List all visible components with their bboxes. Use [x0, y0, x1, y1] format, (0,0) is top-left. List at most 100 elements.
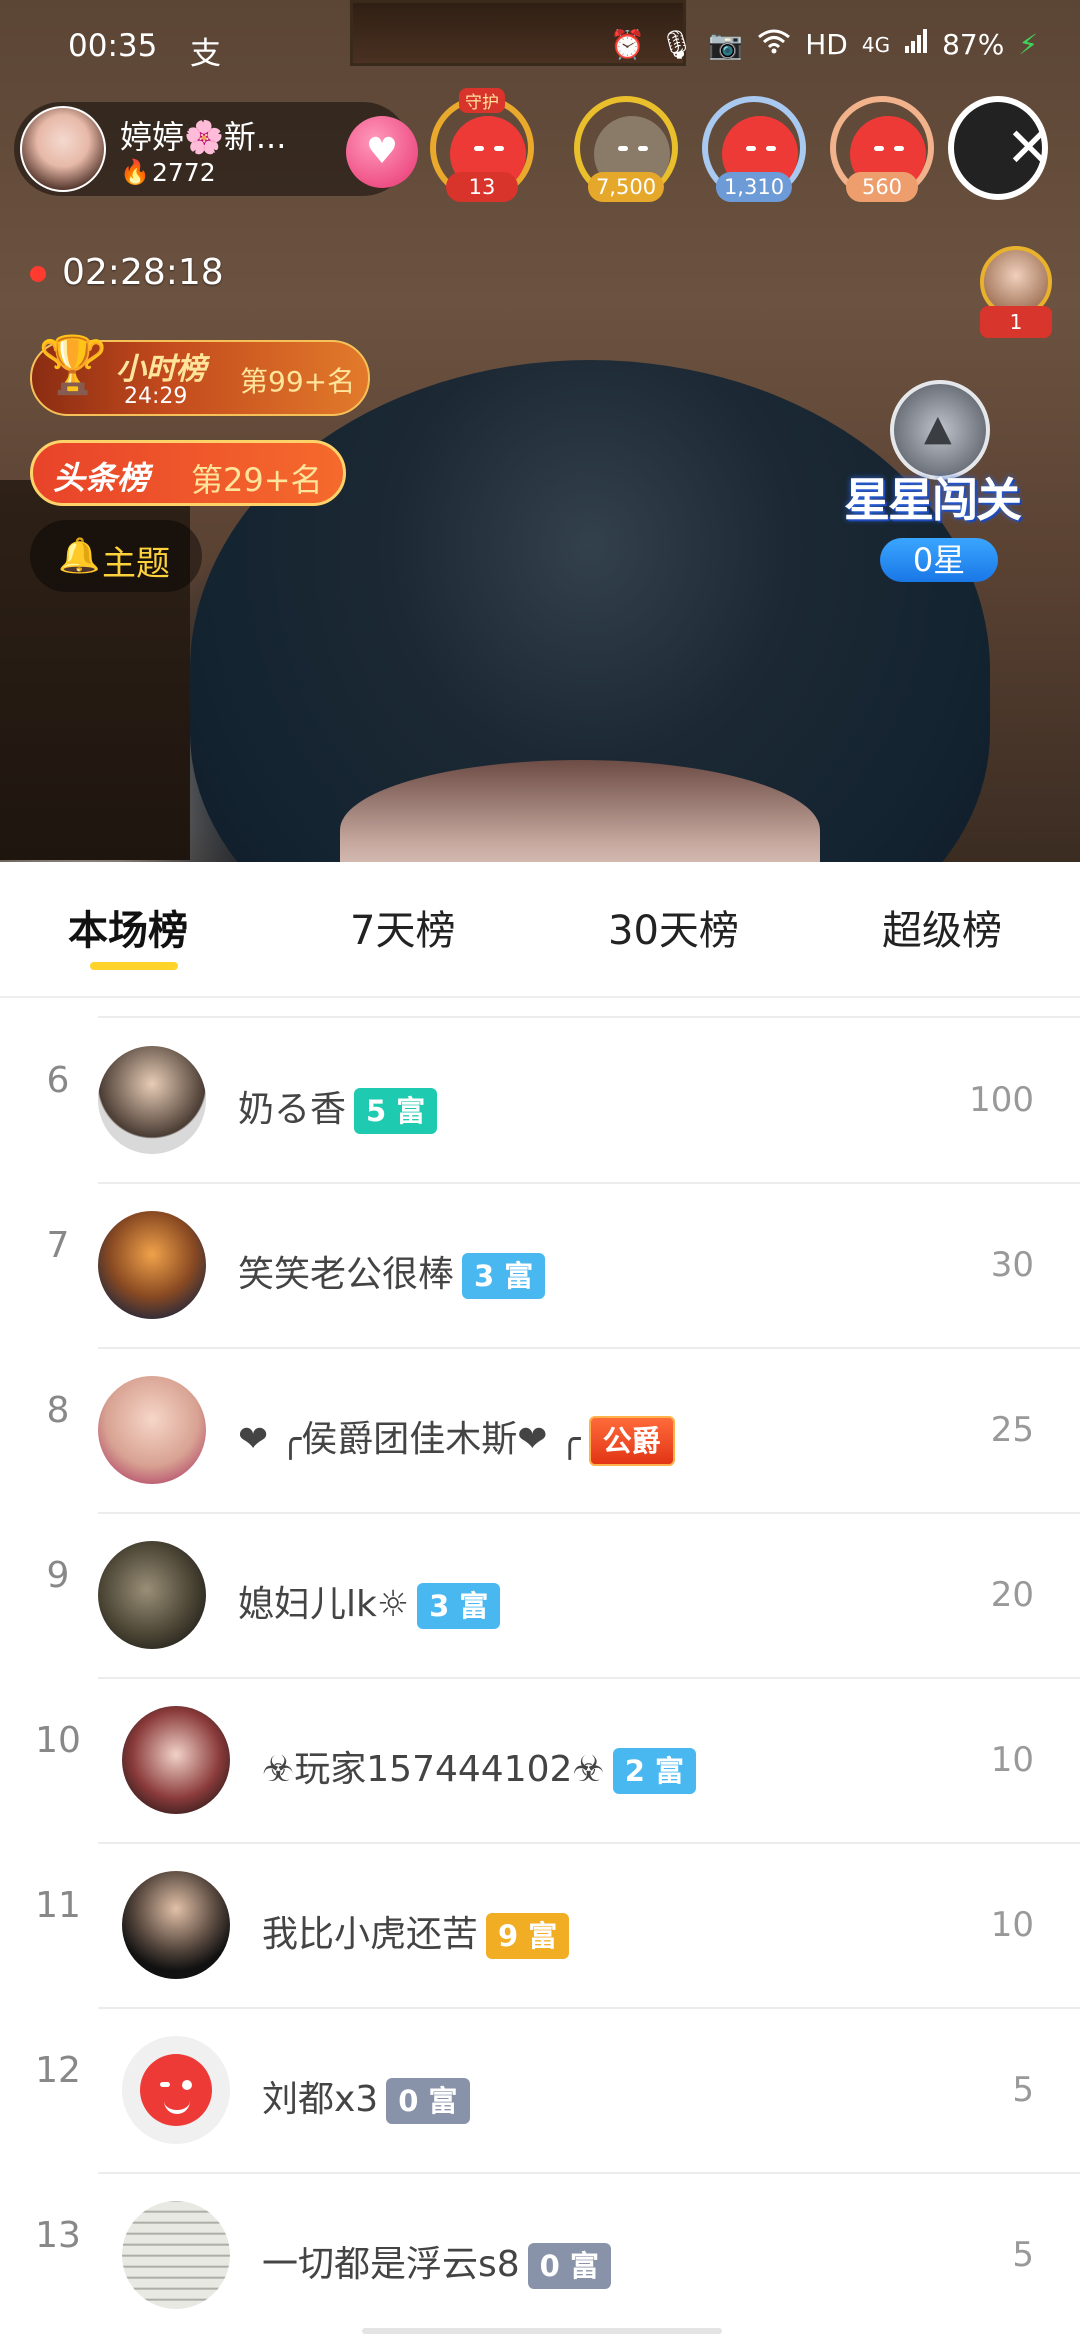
home-indicator[interactable]: [362, 2328, 722, 2334]
ranking-row[interactable]: 13 一切都是浮云s8 0 富 5: [0, 2157, 1080, 2322]
wealth-badge: 0 富: [386, 2078, 470, 2124]
user-name-line: 刘都x3 0 富: [262, 2070, 470, 2124]
follow-heart-button[interactable]: ♥: [346, 116, 418, 188]
row-score: 25: [990, 1410, 1034, 1450]
fan-avatar[interactable]: 1,310: [702, 96, 806, 202]
trophy-icon: 🏆: [38, 333, 108, 398]
user-name-line: 一切都是浮云s8 0 富: [262, 2235, 611, 2289]
row-rank: 10: [35, 1720, 81, 1761]
user-name: ☣玩家157444102☣: [262, 1749, 605, 1790]
mic-icon: 🎙: [658, 28, 695, 61]
tab-super[interactable]: 超级榜: [882, 898, 1002, 956]
row-rank: 8: [46, 1390, 70, 1431]
row-rank: 13: [35, 2215, 81, 2256]
row-rank: 6: [46, 1060, 70, 1101]
charging-icon: ⚡: [1018, 28, 1038, 61]
row-score: 10: [990, 1740, 1034, 1780]
fan-value: 560: [846, 172, 918, 202]
wealth-badge: 3 富: [462, 1253, 546, 1299]
user-name: 奶る香: [238, 1089, 347, 1130]
hd-indicator: HD: [805, 28, 848, 61]
smile-mark: [164, 2098, 190, 2114]
ranking-row[interactable]: 10 ☣玩家157444102☣ 2 富 10: [0, 1662, 1080, 1844]
user-name-line: ☣玩家157444102☣ 2 富: [262, 1740, 696, 1794]
wealth-badge: 9 富: [486, 1913, 570, 1959]
tab-this-show[interactable]: 本场榜: [68, 898, 188, 956]
user-name: 刘都x3: [262, 2079, 379, 2120]
user-name: 我比小虎还苦: [262, 1914, 479, 1955]
hour-rank-badge[interactable]: 🏆 小时榜 24:29 第99+名: [30, 333, 370, 416]
user-avatar[interactable]: [122, 2201, 230, 2309]
user-avatar[interactable]: [98, 1541, 206, 1649]
row-score: 10: [990, 1905, 1034, 1945]
user-name-line: 奶る香 5 富: [238, 1080, 438, 1134]
default-avatar-icon: [140, 2054, 212, 2126]
row-score: 20: [990, 1575, 1034, 1615]
network-type: 4G: [861, 32, 891, 57]
user-name: ❤ ╭侯爵团佳木斯❤ ╭: [238, 1419, 581, 1460]
status-icons: ⏰ 🎙 📷 HD 4G 87% ⚡: [610, 28, 1038, 61]
top-viewer-badge[interactable]: 1: [972, 240, 1060, 340]
user-name: 一切都是浮云s8: [262, 2244, 520, 2285]
up-arrow-icon: ▲: [924, 408, 952, 449]
fire-icon: 🔥: [120, 158, 150, 186]
ranking-row[interactable]: 12 刘都x3 0 富 5: [0, 1992, 1080, 2174]
eye-mark: [160, 2082, 170, 2087]
row-rank: 9: [46, 1555, 70, 1596]
row-score: 100: [969, 1080, 1034, 1120]
user-avatar[interactable]: [122, 1706, 230, 1814]
bell-icon: 🔔: [58, 536, 101, 576]
fan-value: 1,310: [715, 172, 793, 202]
alipay-icon: 支: [190, 36, 221, 72]
hour-rank-position: 第99+名: [240, 365, 356, 398]
close-icon[interactable]: ✕: [1006, 116, 1051, 180]
user-avatar[interactable]: [122, 1871, 230, 1979]
fan-avatar[interactable]: 守护 13: [430, 88, 534, 202]
user-name: 笑笑老公很棒: [238, 1254, 455, 1295]
star-count[interactable]: 0星: [880, 538, 998, 582]
ranking-row[interactable]: 8 ❤ ╭侯爵团佳木斯❤ ╭ 公爵 25: [0, 1332, 1080, 1514]
ranking-row[interactable]: 11 我比小虎还苦 9 富 10: [0, 1827, 1080, 2009]
headline-rank-title: 头条榜: [53, 459, 150, 497]
star-challenge-title[interactable]: 星星闯关: [844, 464, 1022, 530]
user-avatar[interactable]: [98, 1376, 206, 1484]
wealth-badge: 5 富: [354, 1088, 438, 1134]
user-avatar[interactable]: [122, 2036, 230, 2144]
camera-icon: 📷: [708, 28, 744, 61]
fan-value: 13: [446, 172, 518, 202]
host-name: 婷婷🌸新...: [120, 118, 287, 156]
user-name-line: 我比小虎还苦 9 富: [262, 1905, 570, 1959]
ranking-row[interactable]: 9 媳妇儿lk☼ 3 富 20: [0, 1497, 1080, 1679]
row-score: 30: [990, 1245, 1034, 1285]
host-avatar[interactable]: [20, 106, 106, 192]
guard-label: 守护: [459, 88, 505, 113]
row-rank: 12: [35, 2050, 81, 2091]
ranking-row[interactable]: 6 奶る香 5 富 100: [0, 1002, 1080, 1184]
top-viewer-rank: 1: [980, 306, 1052, 338]
row-score: 5: [1012, 2070, 1034, 2110]
ranking-panel: 本场榜 7天榜 30天榜 超级榜 6 奶る香 5 富 100 7 笑笑老公很棒 3 …: [0, 862, 1080, 2340]
wifi-icon: [757, 28, 791, 61]
wealth-badge: 0 富: [527, 2243, 611, 2289]
hour-rank-timer: 24:29: [124, 384, 188, 409]
fan-avatar[interactable]: 560: [830, 96, 934, 202]
ranking-row[interactable]: 7 笑笑老公很棒 3 富 30: [0, 1167, 1080, 1349]
signal-icon: [904, 28, 928, 61]
headline-rank-badge[interactable]: 头条榜 第29+名: [30, 440, 346, 506]
tab-30-days[interactable]: 30天榜: [608, 898, 739, 956]
host-heat: 2772: [152, 158, 216, 187]
fan-avatar[interactable]: 7,500: [574, 96, 678, 202]
recording-dot: [30, 266, 46, 282]
topic-label: 主题: [102, 544, 170, 584]
user-avatar[interactable]: [98, 1211, 206, 1319]
user-avatar[interactable]: [98, 1046, 206, 1154]
user-name-line: 笑笑老公很棒 3 富: [238, 1245, 546, 1299]
wealth-badge: 2 富: [612, 1748, 696, 1794]
tab-7-days[interactable]: 7天榜: [350, 898, 455, 956]
live-video[interactable]: 00:35 支 ⏰ 🎙 📷 HD 4G 87% ⚡ 婷婷🌸新... 🔥 2772…: [0, 0, 1080, 862]
topic-button[interactable]: 🔔 主题: [30, 520, 202, 592]
alarm-icon: ⏰: [609, 28, 645, 61]
wealth-badge: 3 富: [417, 1583, 501, 1629]
eye-mark: [182, 2080, 192, 2090]
user-name: 媳妇儿lk☼: [238, 1584, 410, 1625]
